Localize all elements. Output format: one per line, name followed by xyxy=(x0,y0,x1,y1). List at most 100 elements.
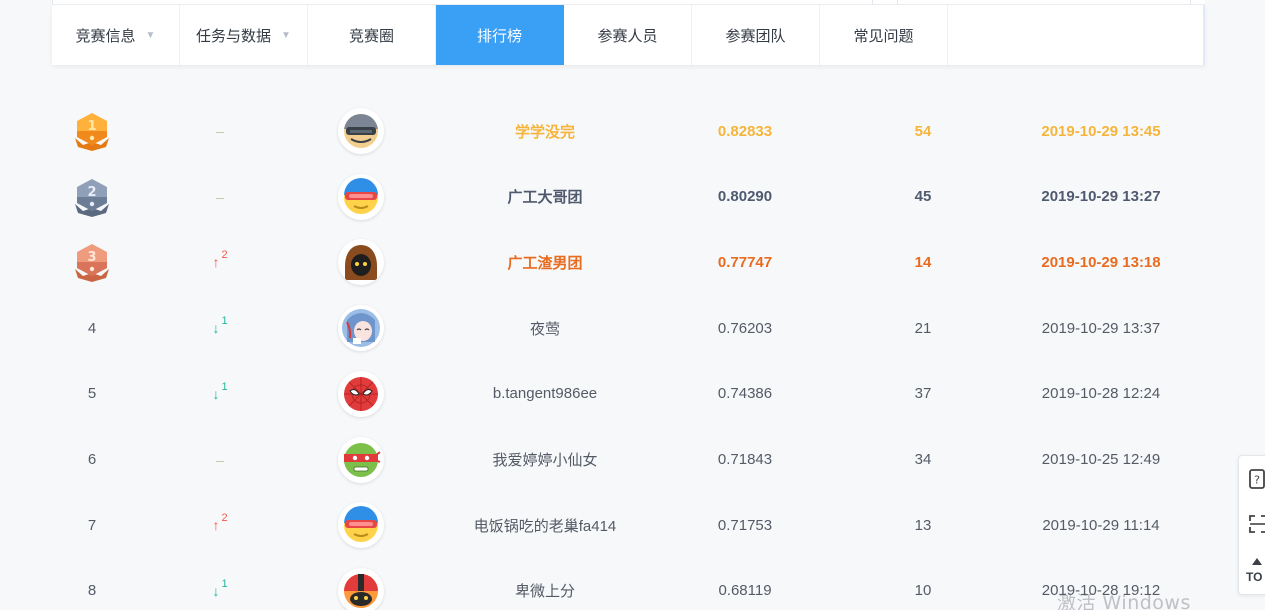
score-value: 0.80290 xyxy=(717,188,773,206)
leaderboard-row: 4 ↓ 1 夜莺 0.76203 21 2019-10-29 13:37 xyxy=(0,295,1265,361)
team-name[interactable]: 电饭锅吃的老巢fa414 xyxy=(430,492,660,558)
rank-change-indicator: – xyxy=(216,124,224,138)
leaderboard-row: 1 – 学学没完 0.82833 54 2019-10-29 13:45 xyxy=(0,98,1265,164)
tab-0[interactable]: 竞赛信息 ▼ xyxy=(52,5,180,65)
rank-change-indicator: ↓ 1 xyxy=(212,578,227,599)
tab-3[interactable]: 排行榜 xyxy=(436,5,564,65)
rank-cell: 4 xyxy=(52,295,132,361)
submission-count: 45 xyxy=(914,188,932,206)
cyclops-avatar[interactable] xyxy=(338,173,384,220)
team-name[interactable]: 我爱婷婷小仙女 xyxy=(430,427,660,493)
ninja-turtle-avatar[interactable] xyxy=(338,436,384,483)
score-value: 0.68119 xyxy=(718,582,772,600)
rank-change-amount: 1 xyxy=(221,315,228,328)
submission-count: 21 xyxy=(914,319,932,337)
silver-medal-icon: 2 xyxy=(73,177,111,217)
team-name[interactable]: 学学没完 xyxy=(430,98,660,164)
leaderboard-row: 3 ↑ 2 广工渣男团 0.77747 14 2019-10-29 13:18 xyxy=(0,229,1265,295)
leaderboard-row: 2 – 广工大哥团 0.80290 45 2019-10-29 13:27 xyxy=(0,164,1265,230)
team-name[interactable]: b.tangent986ee xyxy=(430,361,660,427)
submission-time: 2019-10-29 13:45 xyxy=(1041,122,1161,140)
rank-change-amount: 1 xyxy=(221,380,228,393)
rank-cell: 6 xyxy=(52,427,132,493)
score-value: 0.76203 xyxy=(717,319,773,337)
submission-count: 10 xyxy=(914,582,932,600)
scan-icon[interactable] xyxy=(1247,511,1265,537)
rank-change-amount: 2 xyxy=(221,249,228,262)
team-name[interactable]: 广工大哥团 xyxy=(430,164,660,230)
robocop-avatar[interactable] xyxy=(338,108,384,154)
submission-time: 2019-10-29 13:37 xyxy=(1041,319,1161,337)
rank-cell: 5 xyxy=(52,361,132,427)
arrow-down-icon: ↓ xyxy=(212,320,220,337)
rank-number: 4 xyxy=(87,319,97,337)
arrow-up-icon: ↑ xyxy=(212,517,220,534)
anime-girl-avatar[interactable] xyxy=(338,305,384,352)
rank-change-indicator: ↑ 2 xyxy=(212,249,227,269)
rank-cell: 8 xyxy=(52,558,132,610)
leaderboard-row: 7 ↑ 2 电饭锅吃的老巢fa414 0.71753 13 2019-10-29 11:14 xyxy=(0,492,1265,558)
rank-cell: 7 xyxy=(52,492,132,558)
svg-text:?: ? xyxy=(1254,474,1260,487)
tab-1[interactable]: 任务与数据 ▼ xyxy=(180,5,308,65)
rank-change-indicator: ↓ 1 xyxy=(212,381,227,402)
tab-label: 竞赛信息 xyxy=(75,27,136,45)
score-value: 0.71843 xyxy=(717,451,773,468)
svg-text:3: 3 xyxy=(87,250,96,265)
spiderman-avatar[interactable] xyxy=(338,370,384,417)
caret-down-icon: ▼ xyxy=(145,29,156,41)
helmet-avatar[interactable] xyxy=(338,567,384,610)
rank-change-indicator: – xyxy=(216,190,224,204)
rank-change-indicator: ↓ 1 xyxy=(212,315,227,337)
tab-label: 参赛团队 xyxy=(725,27,786,45)
no-change-icon: – xyxy=(216,451,224,468)
caret-down-icon: ▼ xyxy=(281,29,291,41)
submission-count: 54 xyxy=(914,122,932,140)
rank-change-indicator: ↑ 2 xyxy=(212,512,227,534)
submission-time: 2019-10-29 11:14 xyxy=(1042,516,1160,534)
score-value: 0.74386 xyxy=(717,385,773,403)
gold-medal-icon: 1 xyxy=(73,111,111,151)
rank-change-indicator: – xyxy=(216,453,224,467)
tab-5[interactable]: 参赛团队 xyxy=(692,5,820,65)
team-name[interactable]: 卑微上分 xyxy=(430,558,660,610)
cyclops-avatar[interactable] xyxy=(338,502,384,549)
back-to-top-arrow-icon[interactable] xyxy=(1252,558,1262,565)
score-value: 0.71753 xyxy=(717,516,773,534)
windows-activation-watermark: 激活 Windows xyxy=(1057,592,1191,610)
score-value: 0.82833 xyxy=(717,122,773,140)
tab-6[interactable]: 常见问题 xyxy=(820,5,948,65)
arrow-down-icon: ↓ xyxy=(212,385,220,402)
no-change-icon: – xyxy=(216,188,224,205)
back-to-top-label[interactable]: TO xyxy=(1246,570,1262,584)
rank-number: 6 xyxy=(87,451,97,468)
rank-number: 7 xyxy=(87,516,97,534)
rank-cell: 3 xyxy=(52,229,132,295)
svg-text:1: 1 xyxy=(87,119,96,134)
tab-label: 排行榜 xyxy=(476,27,522,45)
jawa-avatar[interactable] xyxy=(338,239,384,286)
rank-change-amount: 2 xyxy=(221,512,228,525)
rank-change-amount: 1 xyxy=(221,577,228,590)
submission-time: 2019-10-25 12:49 xyxy=(1041,451,1161,468)
no-change-icon: – xyxy=(216,123,224,139)
submission-count: 14 xyxy=(914,253,932,271)
team-name[interactable]: 广工渣男团 xyxy=(430,229,660,295)
tab-4[interactable]: 参赛人员 xyxy=(564,5,692,65)
rank-number: 5 xyxy=(87,385,97,403)
leaderboard-row: 6 – 我爱婷婷小仙女 0.71843 34 2019-10-25 12:49 xyxy=(0,427,1265,493)
rank-number: 8 xyxy=(87,582,97,600)
help-doc-icon[interactable]: ? xyxy=(1247,466,1265,492)
tab-label: 常见问题 xyxy=(853,27,914,45)
score-value: 0.77747 xyxy=(717,253,773,271)
bronze-medal-icon: 3 xyxy=(73,242,111,283)
arrow-down-icon: ↓ xyxy=(212,582,220,599)
tab-2[interactable]: 竞赛圈 xyxy=(308,5,436,65)
tab-label: 竞赛圈 xyxy=(348,27,394,45)
floating-toolbar: ? TO xyxy=(1238,455,1265,595)
submission-time: 2019-10-29 13:18 xyxy=(1041,253,1161,271)
team-name[interactable]: 夜莺 xyxy=(430,295,660,361)
submission-count: 13 xyxy=(914,516,932,534)
tab-label: 任务与数据 xyxy=(196,27,272,45)
svg-text:2: 2 xyxy=(87,185,96,200)
